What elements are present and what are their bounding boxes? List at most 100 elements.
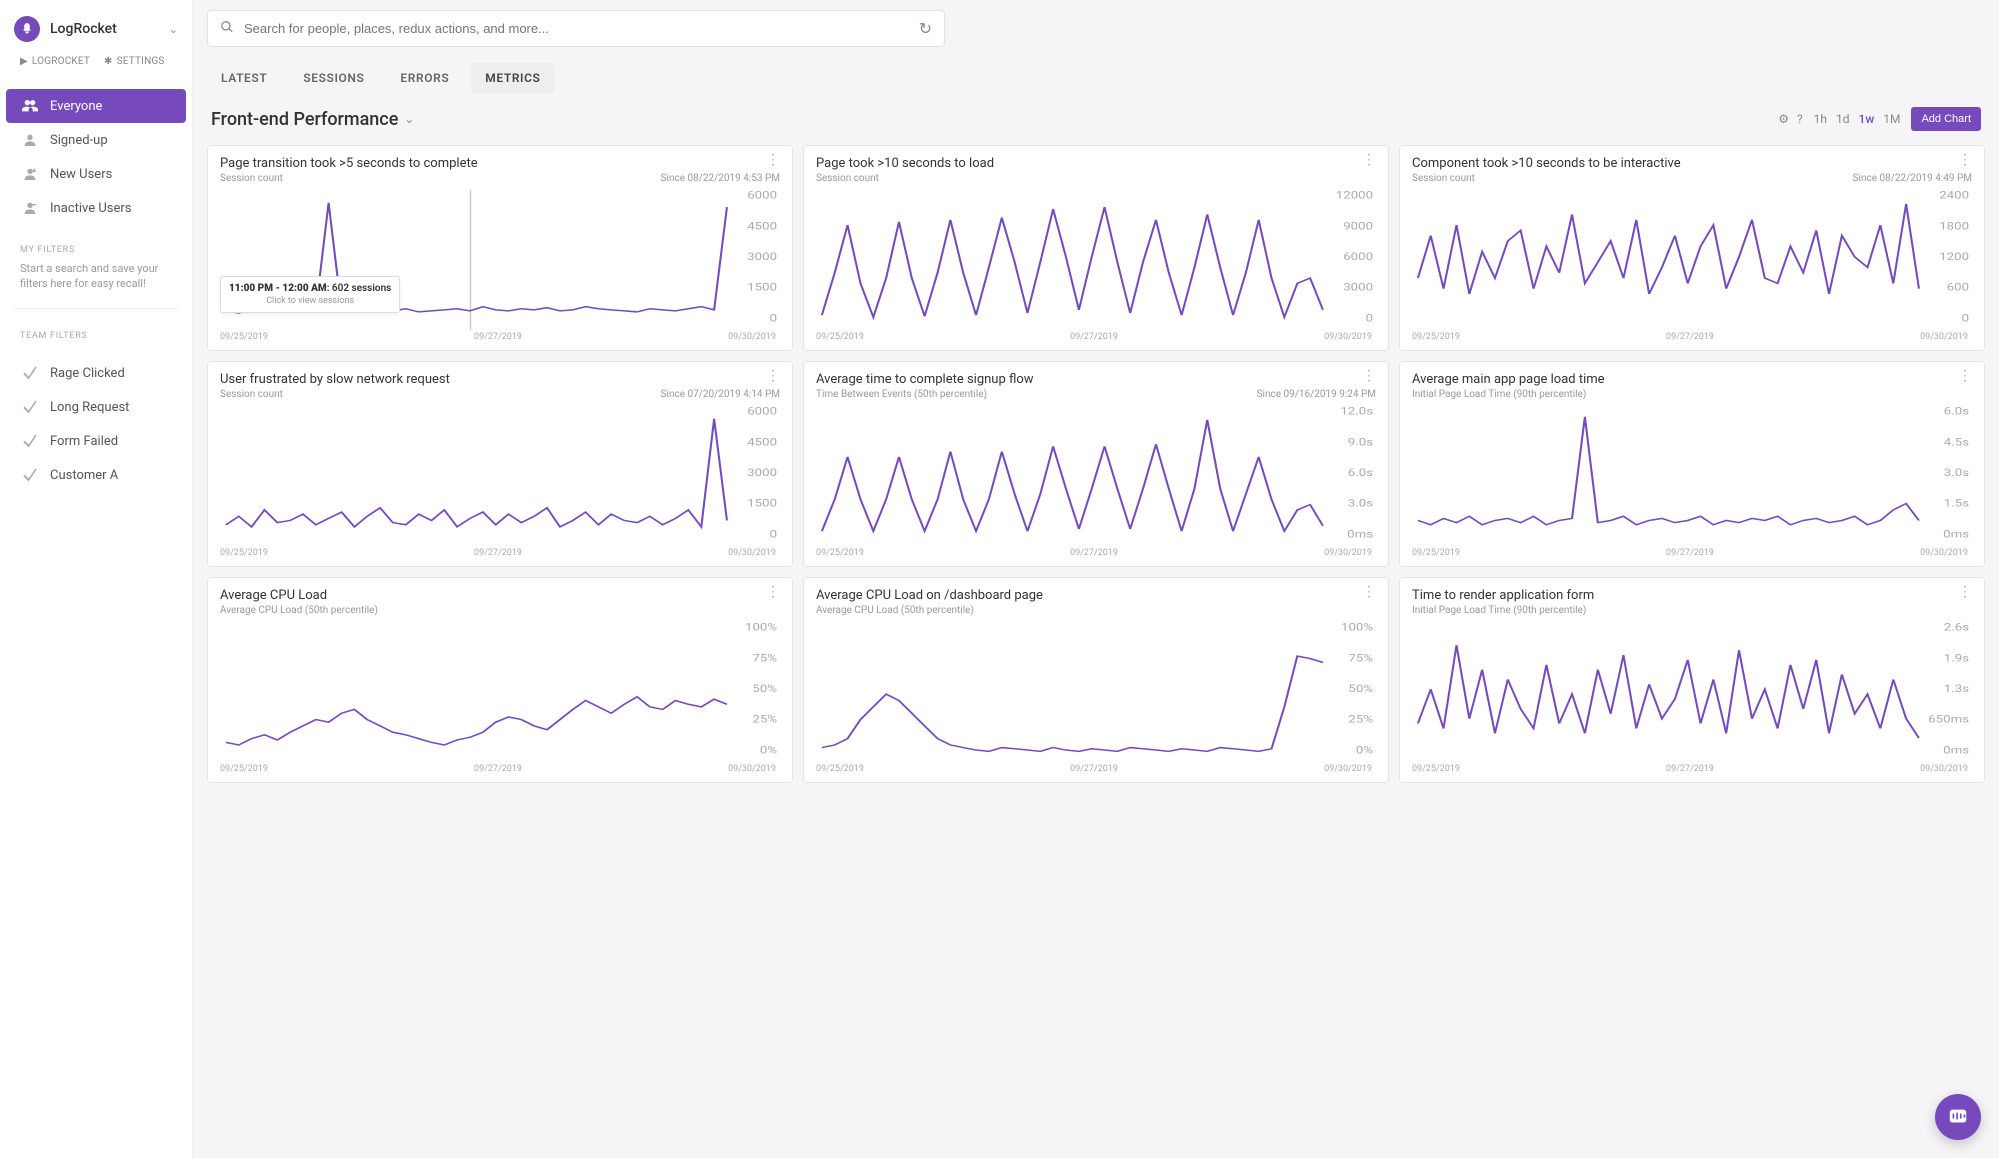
sidebar-item-label: Rage Clicked: [50, 366, 125, 381]
intercom-button[interactable]: [1935, 1094, 1981, 1140]
chart-plot[interactable]: 6.0s4.5s3.0s1.5s0ms: [1412, 406, 1972, 546]
svg-text:75%: 75%: [1348, 652, 1373, 664]
brand-name: LogRocket: [50, 21, 159, 37]
x-tick: 09/25/2019: [220, 332, 268, 342]
chart-plot[interactable]: 60004500300015000: [220, 406, 780, 546]
chart-title: Page transition took >5 seconds to compl…: [220, 156, 780, 171]
svg-text:9000: 9000: [1343, 220, 1373, 232]
svg-text:3000: 3000: [747, 251, 777, 263]
svg-text:0: 0: [770, 312, 777, 324]
sidebar-item-everyone[interactable]: Everyone: [6, 89, 186, 123]
svg-text:6.0s: 6.0s: [1944, 406, 1969, 417]
x-tick: 09/27/2019: [1666, 548, 1714, 558]
svg-text:12000: 12000: [1336, 190, 1373, 201]
chart-title: Page took >10 seconds to load: [816, 156, 1376, 171]
x-tick: 09/27/2019: [1666, 764, 1714, 774]
svg-text:12.0s: 12.0s: [1340, 406, 1373, 417]
chart-title: Component took >10 seconds to be interac…: [1412, 156, 1972, 171]
tab-latest[interactable]: LATEST: [207, 63, 281, 93]
timerange-1d[interactable]: 1d: [1833, 110, 1853, 128]
x-tick: 09/30/2019: [728, 332, 776, 342]
play-icon: ▶: [20, 56, 28, 67]
chart-title: Average main app page load time: [1412, 372, 1972, 387]
sidebar-mini-logrocket[interactable]: ▶LOGROCKET: [20, 56, 90, 67]
chart-card: User frustrated by slow network request S…: [207, 361, 793, 567]
chart-subtitle: Initial Page Load Time (90th percentile): [1412, 389, 1586, 400]
svg-text:4.5s: 4.5s: [1944, 436, 1969, 448]
svg-text:0ms: 0ms: [1943, 744, 1969, 756]
tab-errors[interactable]: ERRORS: [386, 63, 463, 93]
chart-plot[interactable]: 100%75%50%25%0%: [220, 622, 780, 762]
tab-sessions[interactable]: SESSIONS: [289, 63, 378, 93]
chart-plot[interactable]: 60004500300015000: [220, 190, 780, 330]
chart-menu-icon[interactable]: ⋮: [1362, 372, 1376, 380]
add-chart-button[interactable]: Add Chart: [1911, 107, 1981, 131]
svg-text:0ms: 0ms: [1347, 528, 1373, 540]
svg-text:3.0s: 3.0s: [1944, 467, 1969, 479]
timerange-1h[interactable]: 1h: [1811, 110, 1830, 128]
sidebar-item-form-failed[interactable]: Form Failed: [6, 425, 186, 459]
chart-plot[interactable]: 2.6s1.9s1.3s650ms0ms: [1412, 622, 1972, 762]
svg-text:1500: 1500: [747, 282, 777, 294]
svg-text:100%: 100%: [745, 622, 777, 633]
chart-subtitle: Average CPU Load (50th percentile): [220, 605, 378, 616]
x-tick: 09/30/2019: [728, 548, 776, 558]
gear-icon[interactable]: ⚙: [1778, 112, 1789, 126]
svg-text:50%: 50%: [1348, 683, 1373, 695]
svg-text:2.6s: 2.6s: [1944, 622, 1969, 633]
help-icon[interactable]: ?: [1797, 112, 1803, 126]
chart-plot[interactable]: 2400180012006000: [1412, 190, 1972, 330]
chart-plot[interactable]: 12.0s9.0s6.0s3.0s0ms: [816, 406, 1376, 546]
svg-text:1200: 1200: [1939, 251, 1969, 263]
refresh-icon[interactable]: ↻: [919, 19, 932, 38]
chart-menu-icon[interactable]: ⋮: [1958, 372, 1972, 380]
chart-subtitle: Initial Page Load Time (90th percentile): [1412, 605, 1586, 616]
sidebar: LogRocket ⌄ ▶LOGROCKET ✱SETTINGS Everyon…: [0, 0, 193, 1158]
chart-menu-icon[interactable]: ⋮: [1958, 156, 1972, 164]
chart-card: Page transition took >5 seconds to compl…: [207, 145, 793, 351]
sidebar-item-long-request[interactable]: Long Request: [6, 391, 186, 425]
sidebar-mini-settings[interactable]: ✱SETTINGS: [104, 56, 165, 67]
x-tick: 09/25/2019: [220, 764, 268, 774]
chart-menu-icon[interactable]: ⋮: [1362, 588, 1376, 596]
chart-menu-icon[interactable]: ⋮: [1958, 588, 1972, 596]
chart-menu-icon[interactable]: ⋮: [766, 156, 780, 164]
sidebar-item-signed-up[interactable]: Signed-up: [6, 123, 186, 157]
search-input[interactable]: [244, 21, 909, 36]
chart-menu-icon[interactable]: ⋮: [766, 588, 780, 596]
svg-text:0ms: 0ms: [1943, 528, 1969, 540]
brand-selector[interactable]: LogRocket ⌄: [0, 8, 192, 50]
chart-menu-icon[interactable]: ⋮: [1362, 156, 1376, 164]
svg-text:0: 0: [1366, 312, 1373, 324]
chart-subtitle: Session count: [816, 173, 879, 184]
svg-text:25%: 25%: [1348, 714, 1373, 726]
chart-since: Since 07/20/2019 4:14 PM: [661, 389, 780, 400]
svg-text:6000: 6000: [747, 406, 777, 417]
timerange-1M[interactable]: 1M: [1880, 110, 1903, 128]
chart-plot[interactable]: 100%75%50%25%0%: [816, 622, 1376, 762]
chart-subtitle: Session count: [220, 389, 283, 400]
svg-text:0%: 0%: [760, 744, 777, 756]
chart-plot[interactable]: 120009000600030000: [816, 190, 1376, 330]
team-filters-label: TEAM FILTERS: [0, 315, 192, 347]
sidebar-item-rage-clicked[interactable]: Rage Clicked: [6, 357, 186, 391]
chart-menu-icon[interactable]: ⋮: [766, 372, 780, 380]
sidebar-item-inactive-users[interactable]: Inactive Users: [6, 191, 186, 225]
chart-since: Since 09/16/2019 9:24 PM: [1257, 389, 1376, 400]
chart-card: Average main app page load time Initial P…: [1399, 361, 1985, 567]
tab-metrics[interactable]: METRICS: [471, 63, 554, 93]
svg-text:4500: 4500: [747, 436, 777, 448]
page-title: Front-end Performance: [211, 109, 398, 130]
sidebar-item-new-users[interactable]: New Users: [6, 157, 186, 191]
search-bar[interactable]: ↻: [207, 10, 945, 47]
svg-text:4500: 4500: [747, 220, 777, 232]
svg-text:1.3s: 1.3s: [1944, 683, 1969, 695]
x-tick: 09/25/2019: [816, 548, 864, 558]
svg-text:6000: 6000: [1343, 251, 1373, 263]
timerange-1w[interactable]: 1w: [1856, 110, 1878, 128]
svg-text:1500: 1500: [747, 498, 777, 510]
sidebar-item-customer-a[interactable]: Customer A: [6, 459, 186, 493]
page-title-dropdown[interactable]: Front-end Performance ⌄: [211, 109, 414, 130]
chart-title: User frustrated by slow network request: [220, 372, 780, 387]
x-tick: 09/30/2019: [1324, 332, 1372, 342]
